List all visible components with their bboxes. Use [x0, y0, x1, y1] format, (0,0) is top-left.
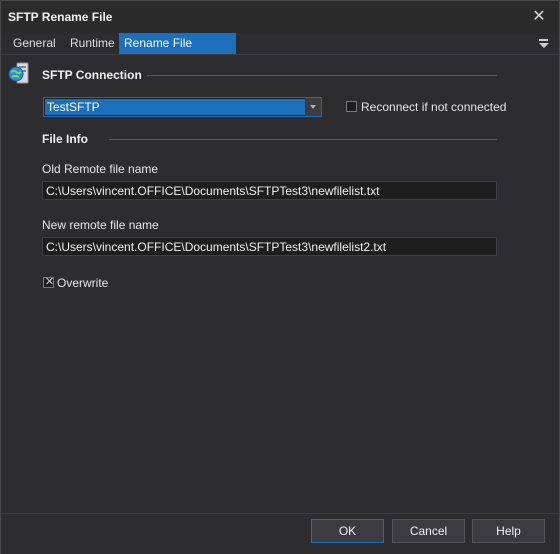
- file-info-heading: File Info: [42, 132, 88, 146]
- reconnect-checkbox[interactable]: [346, 101, 357, 112]
- check-mark-icon: ✕: [44, 276, 55, 288]
- selected-connection: TestSFTP: [45, 99, 307, 115]
- new-remote-file-name-input[interactable]: C:\Users\vincent.OFFICE\Documents\SFTPTe…: [42, 237, 497, 256]
- overwrite-label: Overwrite: [57, 276, 109, 290]
- old-name-label: Old Remote file name: [42, 162, 159, 176]
- tab-rename-file-options[interactable]: Rename File Options: [119, 33, 236, 71]
- cancel-button[interactable]: Cancel: [392, 519, 465, 543]
- reconnect-label: Reconnect if not connected: [361, 100, 507, 114]
- tab-strip: General Runtime Rename File Options: [1, 33, 559, 71]
- overwrite-checkbox[interactable]: ✕: [43, 276, 55, 288]
- tab-general[interactable]: General: [7, 33, 62, 54]
- tab-runtime[interactable]: Runtime: [64, 33, 121, 54]
- server-globe-icon: [8, 62, 29, 84]
- title-bar: SFTP Rename File ✕: [1, 1, 559, 33]
- chevron-down-icon[interactable]: [305, 98, 321, 116]
- section-divider: [147, 75, 497, 76]
- close-icon[interactable]: ✕: [529, 7, 549, 27]
- window-title: SFTP Rename File: [8, 10, 113, 24]
- sftp-connection-select[interactable]: TestSFTP: [43, 97, 322, 117]
- help-button[interactable]: Help: [472, 519, 545, 543]
- dialog-window: SFTP Rename File ✕ General Runtime Renam…: [0, 0, 560, 554]
- new-name-label: New remote file name: [42, 218, 159, 232]
- sftp-connection-heading: SFTP Connection: [42, 68, 142, 82]
- tab-menu-icon[interactable]: [537, 36, 551, 50]
- ok-button[interactable]: OK: [311, 519, 384, 543]
- old-remote-file-name-input[interactable]: C:\Users\vincent.OFFICE\Documents\SFTPTe…: [42, 181, 497, 200]
- section-divider: [109, 139, 497, 140]
